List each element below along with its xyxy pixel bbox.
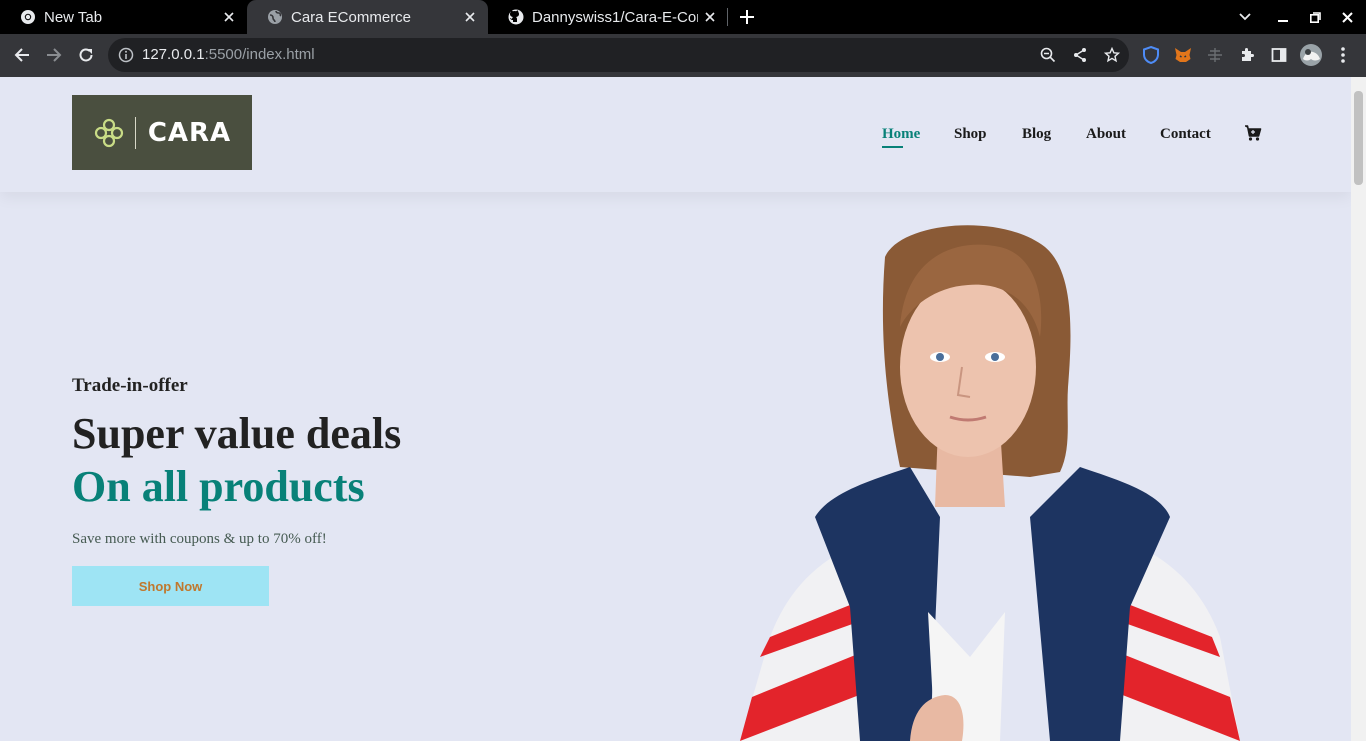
shield-extension-icon[interactable]: [1139, 43, 1163, 67]
tab-title: New Tab: [44, 8, 103, 26]
nav-blog[interactable]: Blog: [1022, 126, 1051, 143]
extensions-puzzle-icon[interactable]: [1235, 43, 1259, 67]
nav-contact[interactable]: Contact: [1160, 126, 1211, 143]
bookmark-star-icon[interactable]: [1100, 43, 1124, 67]
tab-github-repo[interactable]: Dannyswiss1/Cara-E-Commerce: [488, 0, 728, 34]
tab-divider: [727, 8, 728, 26]
shopping-cart-icon[interactable]: [1244, 124, 1262, 142]
extension-cross-icon[interactable]: [1203, 43, 1227, 67]
globe-icon: [267, 9, 283, 25]
scrollbar-thumb[interactable]: [1354, 91, 1363, 185]
page-scrollbar[interactable]: [1351, 77, 1366, 741]
site-header: CARA Home Shop Blog About Contact: [0, 77, 1351, 192]
url-text: 127.0.0.1:5500/index.html: [142, 46, 315, 63]
forward-arrow-icon[interactable]: [42, 43, 66, 67]
new-tab-plus-icon[interactable]: [735, 5, 759, 29]
close-tab-icon[interactable]: [698, 5, 722, 29]
logo-text: CARA: [147, 117, 232, 148]
close-tab-icon[interactable]: [458, 5, 482, 29]
hero-accent-headline: On all products: [72, 462, 365, 511]
side-panel-icon[interactable]: [1267, 43, 1291, 67]
tab-new-tab[interactable]: New Tab: [0, 0, 247, 34]
restore-icon[interactable]: [1303, 5, 1327, 29]
hero-kicker: Trade-in-offer: [72, 375, 188, 396]
minimize-icon[interactable]: [1271, 5, 1295, 29]
nav-active-underline: [882, 146, 903, 148]
address-bar[interactable]: 127.0.0.1:5500/index.html: [108, 38, 1129, 72]
logo-divider: [134, 116, 136, 149]
nav-about[interactable]: About: [1086, 126, 1126, 143]
menu-kebab-icon[interactable]: [1331, 43, 1355, 67]
hero-model-image: [740, 225, 1240, 741]
reload-icon[interactable]: [74, 43, 98, 67]
browser-tab-strip: New Tab Cara ECommerce Dannyswiss1/Cara-…: [0, 0, 1366, 34]
hero-headline: Super value deals: [72, 409, 402, 458]
tab-search-chevron-icon[interactable]: [1233, 5, 1257, 29]
profile-avatar[interactable]: [1299, 43, 1323, 67]
nav-home[interactable]: Home: [882, 126, 920, 143]
chrome-icon: [20, 9, 36, 25]
metamask-fox-icon[interactable]: [1171, 43, 1195, 67]
celtic-knot-icon: [94, 118, 123, 147]
page-viewport: CARA Home Shop Blog About Contact Trade-…: [0, 77, 1351, 741]
tab-cara-ecommerce[interactable]: Cara ECommerce: [247, 0, 488, 34]
shop-now-button[interactable]: Shop Now: [72, 566, 269, 606]
close-window-icon[interactable]: [1335, 5, 1359, 29]
share-icon[interactable]: [1068, 43, 1092, 67]
nav-shop[interactable]: Shop: [954, 126, 987, 143]
url-host: 127.0.0.1: [142, 46, 205, 63]
tab-title: Dannyswiss1/Cara-E-Commerce: [532, 8, 698, 26]
tab-title: Cara ECommerce: [291, 8, 412, 26]
url-path: :5500/index.html: [204, 46, 315, 63]
zoom-out-magnifier-icon[interactable]: [1036, 43, 1060, 67]
github-icon: [508, 9, 524, 25]
shop-now-label: Shop Now: [138, 578, 203, 594]
back-arrow-icon[interactable]: [10, 43, 34, 67]
close-tab-icon[interactable]: [217, 5, 241, 29]
site-info-icon[interactable]: [118, 47, 134, 63]
brand-logo[interactable]: CARA: [72, 95, 252, 170]
hero-subtext: Save more with coupons & up to 70% off!: [72, 531, 327, 547]
